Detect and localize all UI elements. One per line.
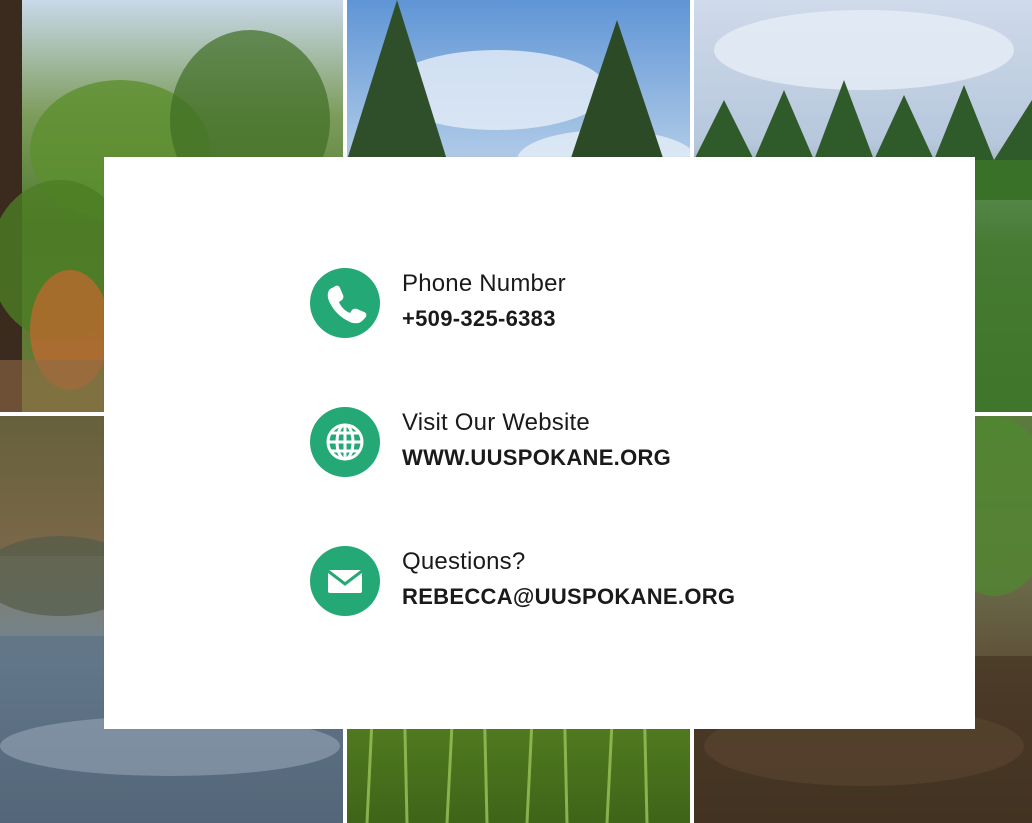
contact-email: Questions? REBECCA@UUSPOKANE.ORG [310, 546, 870, 618]
website-label: Visit Our Website [402, 409, 590, 436]
contact-phone: Phone Number +509-325-6383 [310, 268, 870, 340]
envelope-icon [310, 546, 380, 616]
website-link[interactable]: WWW.UUSPOKANE.ORG [402, 445, 671, 471]
phone-label: Phone Number [402, 270, 566, 297]
contact-card: Phone Number +509-325-6383 Visit Our Web… [104, 157, 975, 729]
email-label: Questions? [402, 548, 526, 575]
contact-page: Phone Number +509-325-6383 Visit Our Web… [0, 0, 1032, 823]
globe-icon [310, 407, 380, 477]
email-link[interactable]: REBECCA@UUSPOKANE.ORG [402, 584, 735, 610]
phone-number[interactable]: +509-325-6383 [402, 306, 556, 332]
phone-icon [310, 268, 380, 338]
contact-website: Visit Our Website WWW.UUSPOKANE.ORG [310, 407, 870, 479]
